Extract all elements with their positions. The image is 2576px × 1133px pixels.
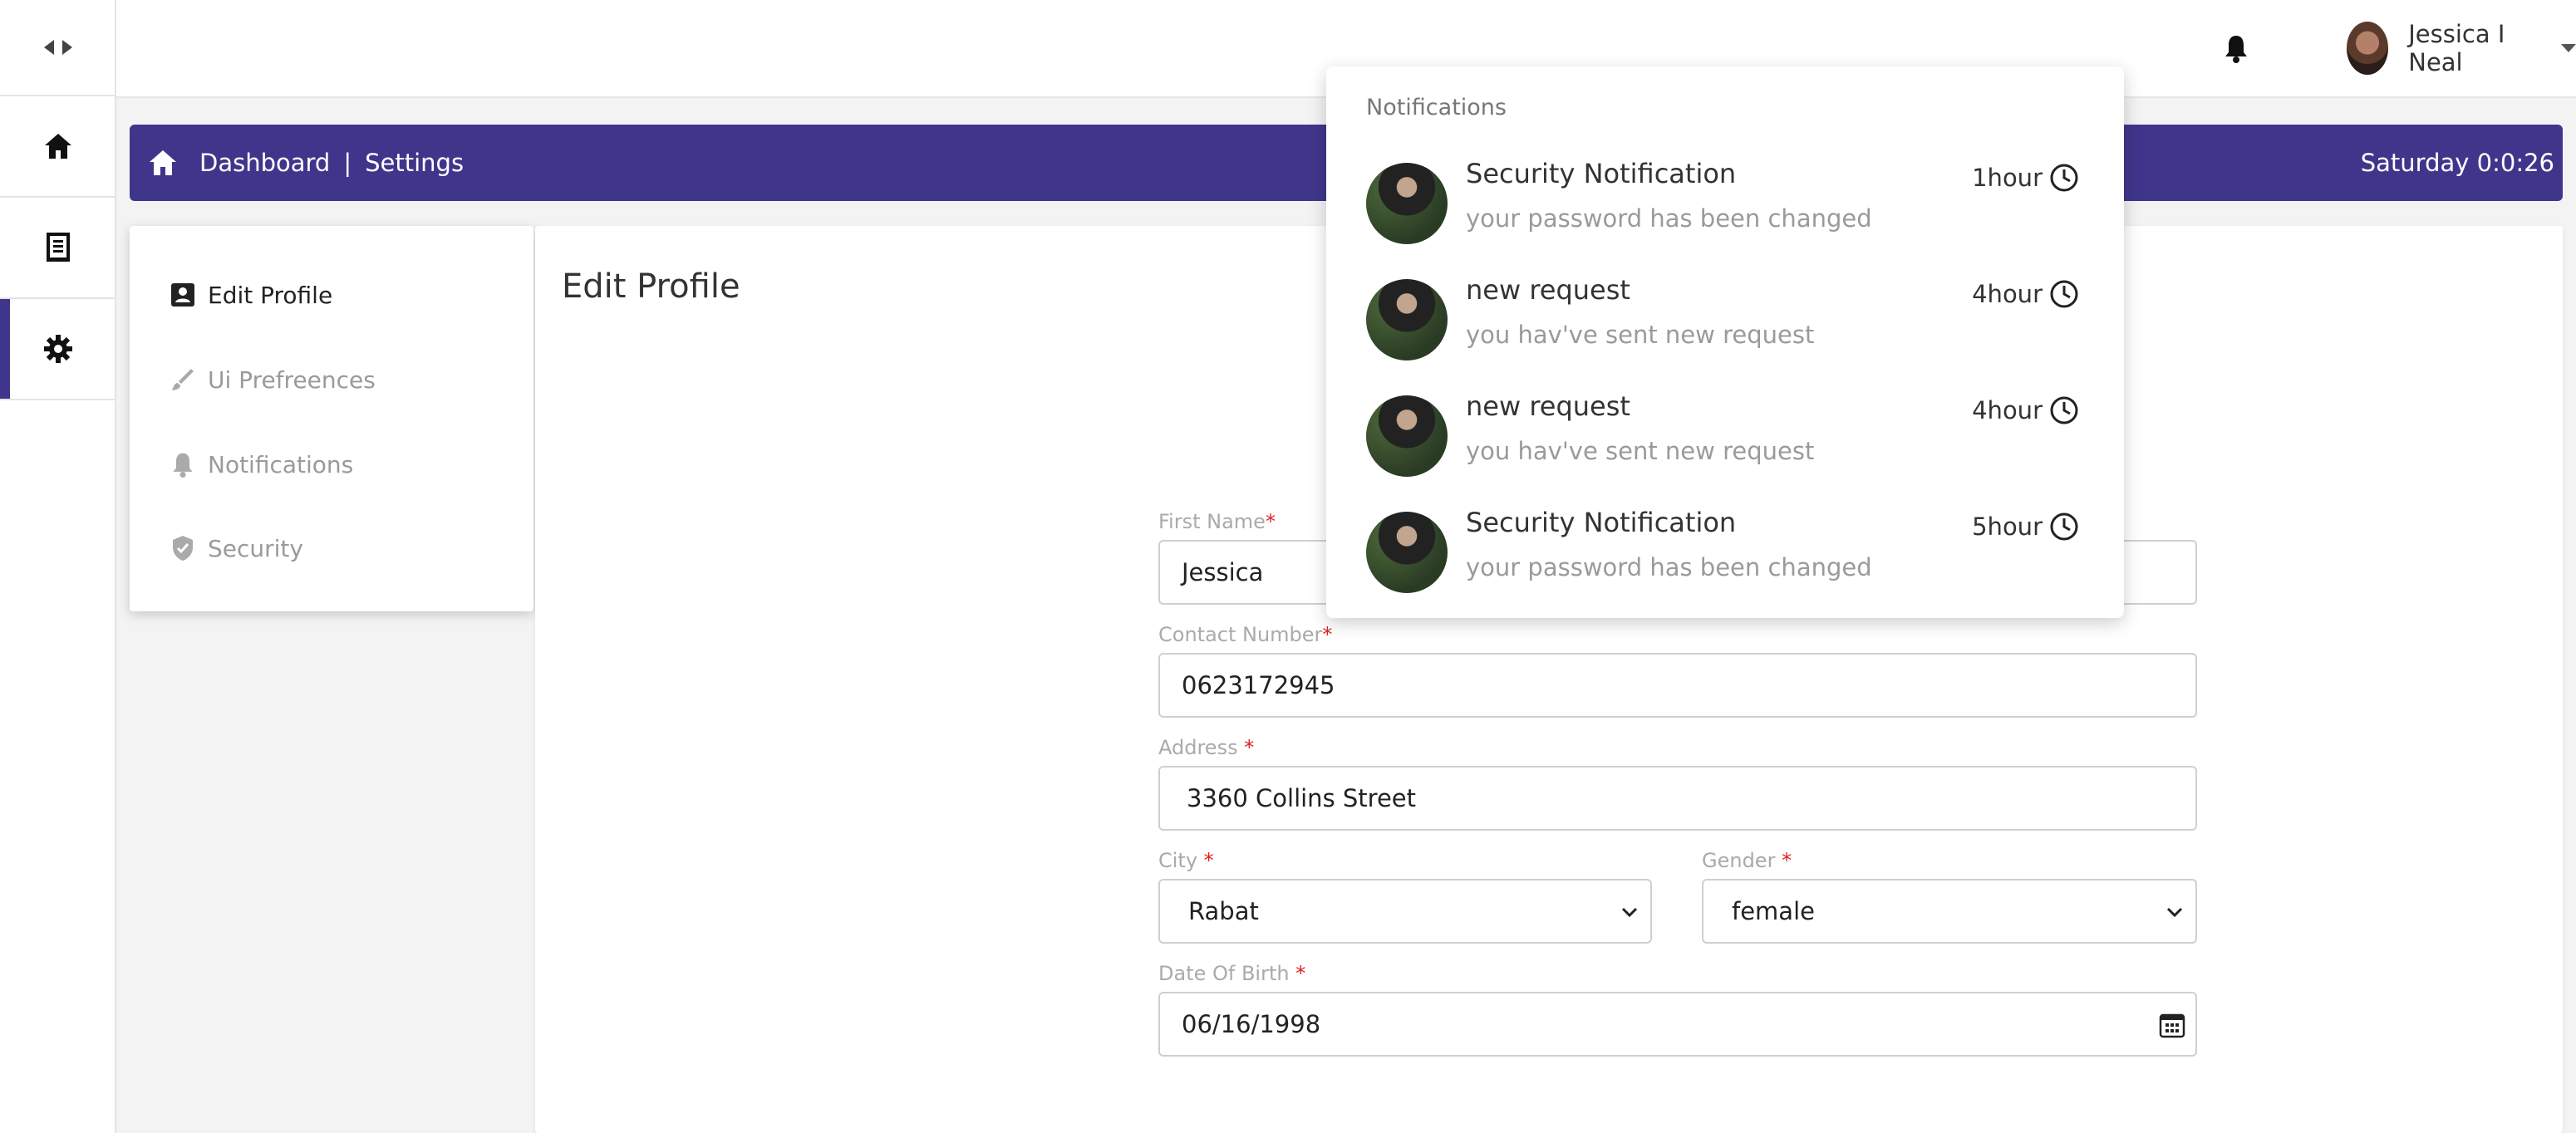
notification-description: you hav've sent new request <box>1466 321 1815 349</box>
notification-item[interactable]: Security Notification your password has … <box>1366 507 2084 593</box>
notification-title: Security Notification <box>1466 507 1737 538</box>
city-select[interactable]: Rabat <box>1158 879 1652 944</box>
rail-item-settings[interactable] <box>0 299 116 400</box>
address-field[interactable]: 3360 Collins Street <box>1158 766 2197 831</box>
notification-item[interactable]: new request you hav've sent new request … <box>1366 390 2084 477</box>
notification-avatar <box>1366 163 1448 244</box>
dob-label: Date Of Birth * <box>1158 962 1306 985</box>
breadcrumb-home-link[interactable] <box>138 149 188 177</box>
clock-icon <box>2050 396 2078 424</box>
first-name-label: First Name* <box>1158 510 1276 533</box>
user-avatar <box>2347 22 2389 75</box>
clock-icon <box>2050 513 2078 541</box>
notification-description: you hav've sent new request <box>1466 437 1815 465</box>
notifications-dropdown: Notifications Security Notification your… <box>1326 66 2124 618</box>
notification-description: your password has been changed <box>1466 553 1872 581</box>
settings-item-label: Notifications <box>208 450 354 478</box>
notification-time: 4hour <box>1972 395 2079 425</box>
document-icon <box>47 233 70 262</box>
gear-icon <box>44 335 72 363</box>
home-icon <box>45 134 71 159</box>
clock-readout: Saturday 0:0:26 <box>2360 149 2554 177</box>
settings-menu: Edit Profile Ui Prefreences Notification… <box>130 226 533 611</box>
notification-title: new request <box>1466 274 1630 306</box>
settings-item-label: Ui Prefreences <box>208 365 376 394</box>
notification-description: your password has been changed <box>1466 204 1872 233</box>
notifications-button[interactable] <box>2224 33 2249 66</box>
settings-item-edit-profile[interactable]: Edit Profile <box>170 274 332 316</box>
bell-icon <box>2225 36 2247 63</box>
notification-title: Security Notification <box>1466 158 1737 189</box>
gender-select[interactable]: female <box>1702 879 2197 944</box>
notification-avatar <box>1366 279 1448 360</box>
brush-icon <box>172 369 194 390</box>
home-icon <box>150 150 176 175</box>
breadcrumb-separator: | <box>343 149 352 177</box>
address-label: Address * <box>1158 736 1255 759</box>
dob-field[interactable]: 06/16/1998 <box>1158 992 2197 1057</box>
page-title: Edit Profile <box>562 267 740 306</box>
clock-icon <box>2050 280 2078 308</box>
notification-avatar <box>1366 512 1448 593</box>
contact-card-icon <box>171 283 194 307</box>
notification-item[interactable]: Security Notification your password has … <box>1366 158 2084 244</box>
user-name: Jessica I Neal <box>2408 20 2505 76</box>
settings-item-notifications[interactable]: Notifications <box>170 444 353 485</box>
city-label: City * <box>1158 849 1214 872</box>
contact-number-label: Contact Number* <box>1158 623 1333 646</box>
shield-check-icon <box>173 536 193 561</box>
rail-toggle-button[interactable] <box>0 0 116 96</box>
notifications-heading: Notifications <box>1366 95 1507 120</box>
settings-item-security[interactable]: Security <box>170 527 303 569</box>
settings-item-label: Security <box>208 534 303 562</box>
chevron-down-icon <box>1621 907 1638 918</box>
user-menu[interactable]: Jessica I Neal <box>2347 20 2576 76</box>
settings-item-ui-preferences[interactable]: Ui Prefreences <box>170 359 376 400</box>
breadcrumb-dashboard[interactable]: Dashboard <box>199 149 330 177</box>
calendar-icon[interactable] <box>2159 1012 2185 1038</box>
notification-item[interactable]: new request you hav've sent new request … <box>1366 274 2084 360</box>
clock-icon <box>2050 164 2078 192</box>
gender-label: Gender * <box>1702 849 1792 872</box>
rail-item-documents[interactable] <box>0 198 116 299</box>
chevron-down-icon <box>2166 907 2183 918</box>
caret-down-icon <box>2561 44 2576 52</box>
notification-time: 1hour <box>1972 163 2079 193</box>
notification-avatar <box>1366 395 1448 477</box>
notification-title: new request <box>1466 390 1630 422</box>
rail-item-home[interactable] <box>0 96 116 198</box>
contact-number-field[interactable]: 0623172945 <box>1158 653 2197 718</box>
code-arrows-icon <box>44 40 72 55</box>
notification-time: 4hour <box>1972 279 2079 309</box>
bell-icon <box>173 453 193 478</box>
breadcrumb-settings: Settings <box>365 149 465 177</box>
settings-item-label: Edit Profile <box>208 281 333 309</box>
side-rail <box>0 0 116 1133</box>
notification-time: 5hour <box>1972 512 2079 542</box>
